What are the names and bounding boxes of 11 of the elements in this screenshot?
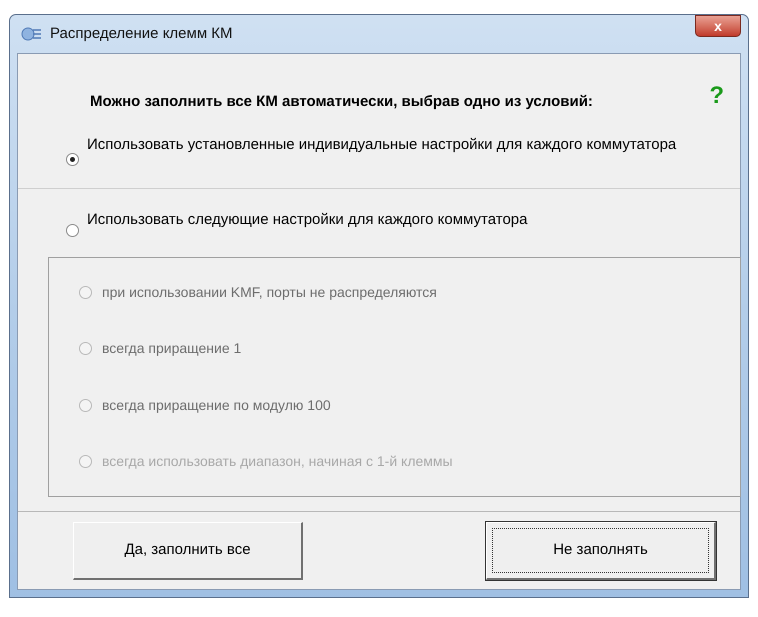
radio-button[interactable] — [66, 224, 79, 237]
heading-text: Можно заполнить все КМ автоматически, выбрав одно из условий: — [90, 92, 594, 112]
dialog-button[interactable]: Не заполнять — [486, 522, 716, 580]
window-title: Распределение клемм КМ — [50, 24, 233, 44]
option-label[interactable]: Использовать следующие настройки для каждого коммутатора — [87, 211, 528, 229]
radio-button[interactable] — [66, 153, 79, 166]
dialog-button[interactable]: Да, заполнить все — [73, 522, 303, 580]
help-icon[interactable]: ? — [709, 84, 724, 108]
close-button[interactable]: x — [695, 15, 741, 37]
app-icon — [20, 25, 42, 43]
option-label[interactable]: Использовать установленные индивидуальные настройки для каждого коммутатора — [87, 136, 676, 154]
